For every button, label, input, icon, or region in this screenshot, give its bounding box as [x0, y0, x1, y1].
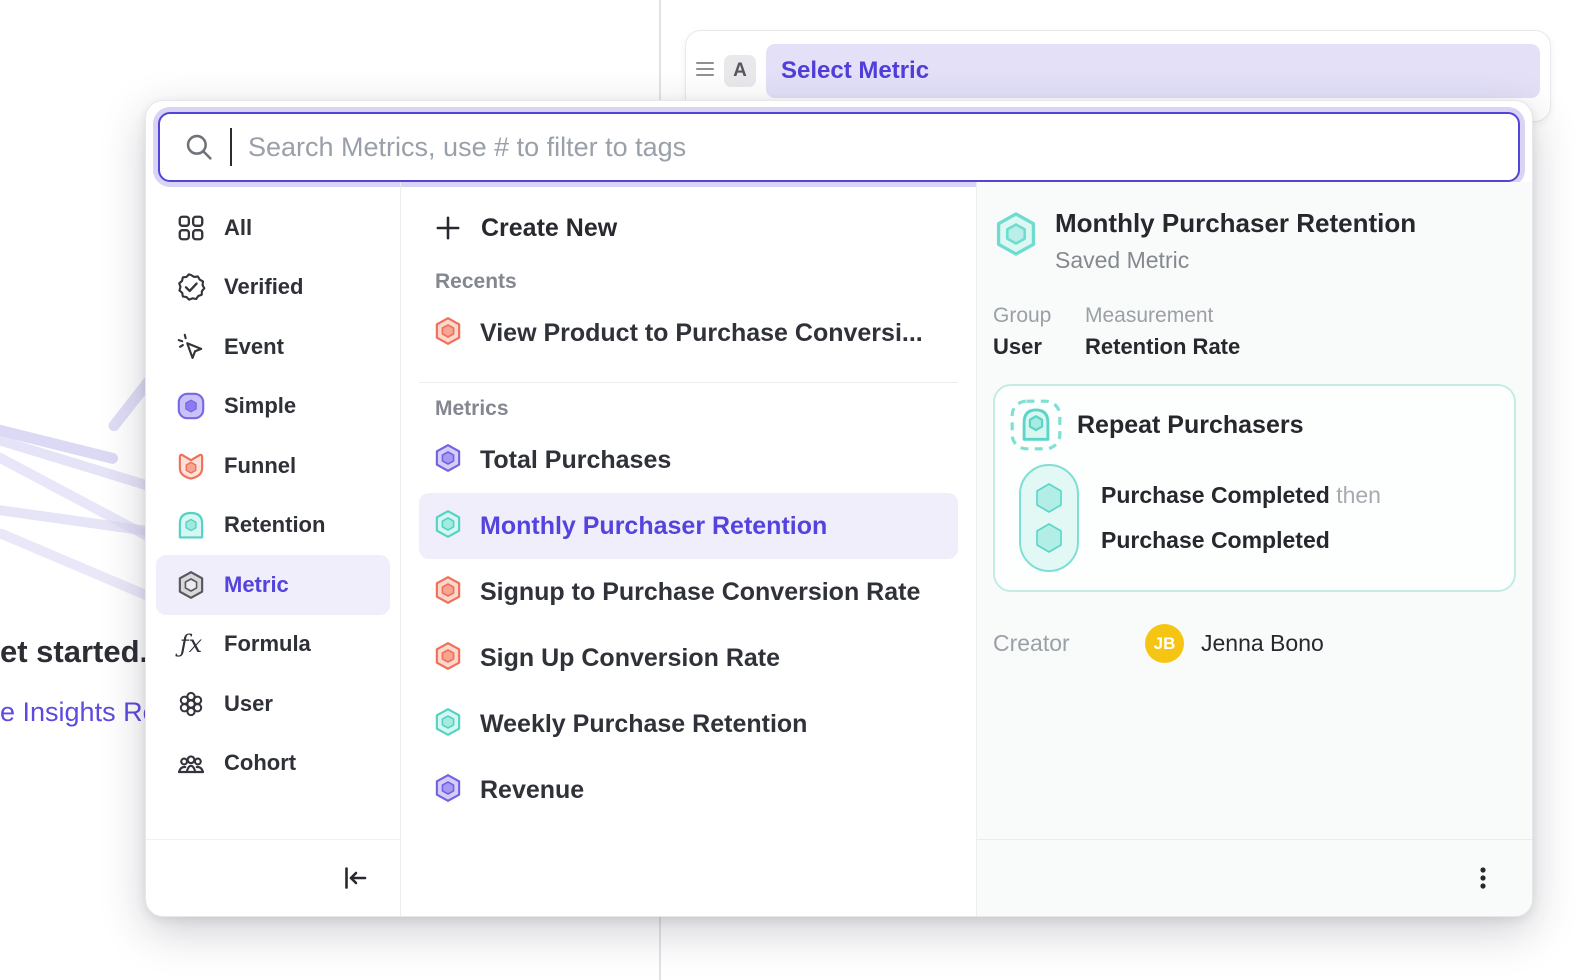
detail-subtitle: Saved Metric: [1055, 247, 1416, 274]
background-line-art: [0, 370, 145, 620]
detail-title: Monthly Purchaser Retention: [1055, 208, 1416, 239]
simple-icon: [176, 391, 206, 421]
metric-list-item[interactable]: Signup to Purchase Conversion Rate: [419, 559, 958, 625]
section-title-recents: Recents: [435, 270, 958, 294]
metric-hexagon-icon-purple: [433, 773, 463, 808]
formula-icon: ƒx: [176, 629, 206, 659]
sidebar-item-all[interactable]: All: [156, 198, 390, 258]
metric-list-item[interactable]: Weekly Purchase Retention: [419, 691, 958, 757]
list-divider: [419, 382, 958, 383]
retention-definition-icon: [1009, 398, 1063, 452]
metric-detail-panel: Monthly Purchaser Retention Saved Metric…: [977, 182, 1532, 916]
retention-icon: [176, 510, 206, 540]
funnel-steps-capsule-icon: [1017, 462, 1081, 574]
metric-list-item[interactable]: Total Purchases: [419, 427, 958, 493]
plus-icon: [433, 213, 463, 243]
funnel-icon: [176, 451, 206, 481]
search-icon: [184, 132, 214, 162]
cohort-icon: [176, 748, 206, 778]
detail-footer: [977, 839, 1532, 916]
definition-name: Repeat Purchasers: [1077, 411, 1304, 440]
search-wrap: [158, 112, 1520, 182]
sidebar-item-event[interactable]: Event: [156, 317, 390, 377]
kebab-menu-icon[interactable]: [1466, 861, 1500, 895]
search-input[interactable]: [248, 132, 1494, 163]
metric-list-column: Create New Recents View Product to Purch…: [401, 182, 977, 916]
metric-list-item[interactable]: View Product to Purchase Conversi...: [419, 300, 958, 366]
definition-connector: then: [1336, 482, 1381, 508]
definition-step-2: Purchase Completed: [1101, 527, 1381, 554]
metric-hexagon-icon: [993, 208, 1039, 274]
metric-hexagon-icon-orange: [433, 641, 463, 676]
grid-icon: [176, 213, 206, 243]
section-title-metrics: Metrics: [435, 397, 958, 421]
sidebar-footer: [146, 839, 400, 916]
metric-hexagon-icon-orange: [433, 575, 463, 610]
metric-hexagon-icon-orange: [433, 316, 463, 351]
drag-handle-icon[interactable]: [696, 62, 714, 76]
metric-hexagon-icon-teal: [433, 707, 463, 742]
metric-hexagon-icon-teal: [433, 509, 463, 544]
sidebar-item-metric[interactable]: Metric: [156, 555, 390, 615]
detail-meta: Group User Measurement Retention Rate: [993, 304, 1516, 360]
definition-step-1: Purchase Completed then: [1101, 482, 1381, 509]
creator-row: Creator JB Jenna Bono: [993, 624, 1516, 663]
event-icon: [176, 332, 206, 362]
metric-sections: Recents View Product to Purchase Convers…: [419, 270, 958, 823]
sidebar-item-verified[interactable]: Verified: [156, 258, 390, 318]
series-a-badge: A: [724, 55, 756, 87]
sidebar-item-user[interactable]: User: [156, 674, 390, 734]
user-icon: [176, 689, 206, 719]
modal-body: All Verified Event Simple Funnel Retenti…: [146, 182, 1532, 916]
sidebar-item-retention[interactable]: Retention: [156, 496, 390, 556]
verified-icon: [176, 272, 206, 302]
search-box[interactable]: [158, 112, 1520, 182]
background-report-link-fragment[interactable]: e Insights Re: [0, 697, 158, 728]
metric-icon: [176, 570, 206, 600]
metric-list-item[interactable]: Monthly Purchaser Retention: [419, 493, 958, 559]
creator-name: Jenna Bono: [1201, 630, 1324, 657]
collapse-left-icon[interactable]: [338, 861, 372, 895]
metric-list-item[interactable]: Sign Up Conversion Rate: [419, 625, 958, 691]
metric-hexagon-icon-purple: [433, 443, 463, 478]
sidebar-item-cohort[interactable]: Cohort: [156, 734, 390, 794]
sidebar-item-formula[interactable]: ƒx Formula: [156, 615, 390, 675]
sidebar-item-funnel[interactable]: Funnel: [156, 436, 390, 496]
category-sidebar: All Verified Event Simple Funnel Retenti…: [146, 182, 401, 916]
metric-list-item[interactable]: Revenue: [419, 757, 958, 823]
sidebar-item-simple[interactable]: Simple: [156, 377, 390, 437]
metric-picker-modal: All Verified Event Simple Funnel Retenti…: [145, 100, 1533, 917]
definition-card: Repeat Purchasers Purchase Completed: [993, 384, 1516, 592]
screen: et started. e Insights Re A Select Metri…: [0, 0, 1576, 980]
select-metric-button[interactable]: Select Metric: [766, 44, 1540, 98]
group-label: Group: [993, 304, 1059, 328]
background-heading-fragment: et started.: [0, 634, 148, 670]
creator-label: Creator: [993, 630, 1145, 657]
measurement-label: Measurement: [1085, 304, 1240, 328]
group-value: User: [993, 334, 1059, 360]
create-new-label: Create New: [481, 214, 617, 243]
measurement-value: Retention Rate: [1085, 334, 1240, 360]
create-new-button[interactable]: Create New: [419, 200, 958, 256]
category-list: All Verified Event Simple Funnel Retenti…: [146, 182, 400, 793]
text-cursor: [230, 128, 232, 166]
creator-avatar: JB: [1145, 624, 1184, 663]
